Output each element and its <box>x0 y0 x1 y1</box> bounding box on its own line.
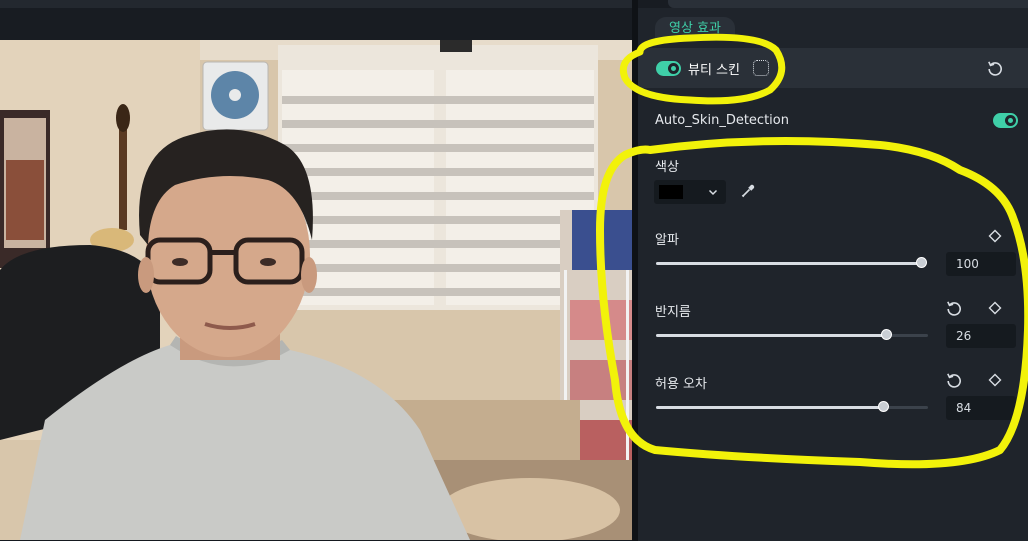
effect-toggle[interactable] <box>656 61 681 76</box>
effect-name: 뷰티 스킨 <box>688 63 740 78</box>
preview-header <box>0 8 632 40</box>
chevron-down-icon <box>708 189 718 196</box>
radius-reset-icon[interactable] <box>945 299 963 317</box>
diamond-icon[interactable] <box>988 301 1002 315</box>
color-label: 색상 <box>655 160 679 175</box>
tab-video-effect[interactable]: 영상 효과 <box>655 17 735 39</box>
tolerance-reset-icon[interactable] <box>945 371 963 389</box>
radius-label: 반지름 <box>655 305 691 320</box>
preview-top-strip <box>0 0 632 8</box>
radius-slider-fill <box>656 334 888 337</box>
diamond-icon[interactable] <box>988 373 1002 387</box>
tolerance-slider-fill <box>656 406 885 409</box>
auto-skin-detection-label: Auto_Skin_Detection <box>655 113 789 128</box>
diamond-icon[interactable] <box>988 229 1002 243</box>
toggle-knob-icon <box>668 63 679 74</box>
effect-properties-panel: 영상 효과 뷰티 스킨 Auto_Skin_Detection 색상 알파 10… <box>638 0 1028 541</box>
auto-skin-detection-toggle[interactable] <box>993 113 1018 128</box>
radius-slider-thumb[interactable] <box>881 329 893 340</box>
alpha-slider[interactable] <box>656 257 927 268</box>
panel-empty-area <box>638 468 1028 541</box>
tolerance-value-input[interactable]: 84 <box>946 396 1016 420</box>
alpha-label: 알파 <box>655 233 679 248</box>
tolerance-label: 허용 오차 <box>655 377 707 392</box>
alpha-value-input[interactable]: 100 <box>946 252 1016 276</box>
tolerance-slider[interactable] <box>656 401 928 412</box>
radius-slider[interactable] <box>656 329 928 340</box>
effect-header-row: 뷰티 스킨 <box>638 48 1028 88</box>
video-preview[interactable] <box>0 40 632 540</box>
video-frame-image <box>0 40 632 540</box>
alpha-slider-thumb[interactable] <box>916 257 927 268</box>
alpha-slider-fill <box>656 262 922 265</box>
toggle-knob-icon <box>1005 115 1016 126</box>
effect-reset-icon[interactable] <box>986 59 1004 77</box>
radius-value-input[interactable]: 26 <box>946 324 1016 348</box>
color-dropdown[interactable] <box>654 180 726 204</box>
tolerance-slider-thumb[interactable] <box>878 401 890 412</box>
color-swatch <box>659 185 683 199</box>
panel-top-tab <box>668 0 1028 8</box>
eyedropper-icon[interactable] <box>740 183 756 199</box>
dotted-square-icon[interactable] <box>753 60 769 76</box>
